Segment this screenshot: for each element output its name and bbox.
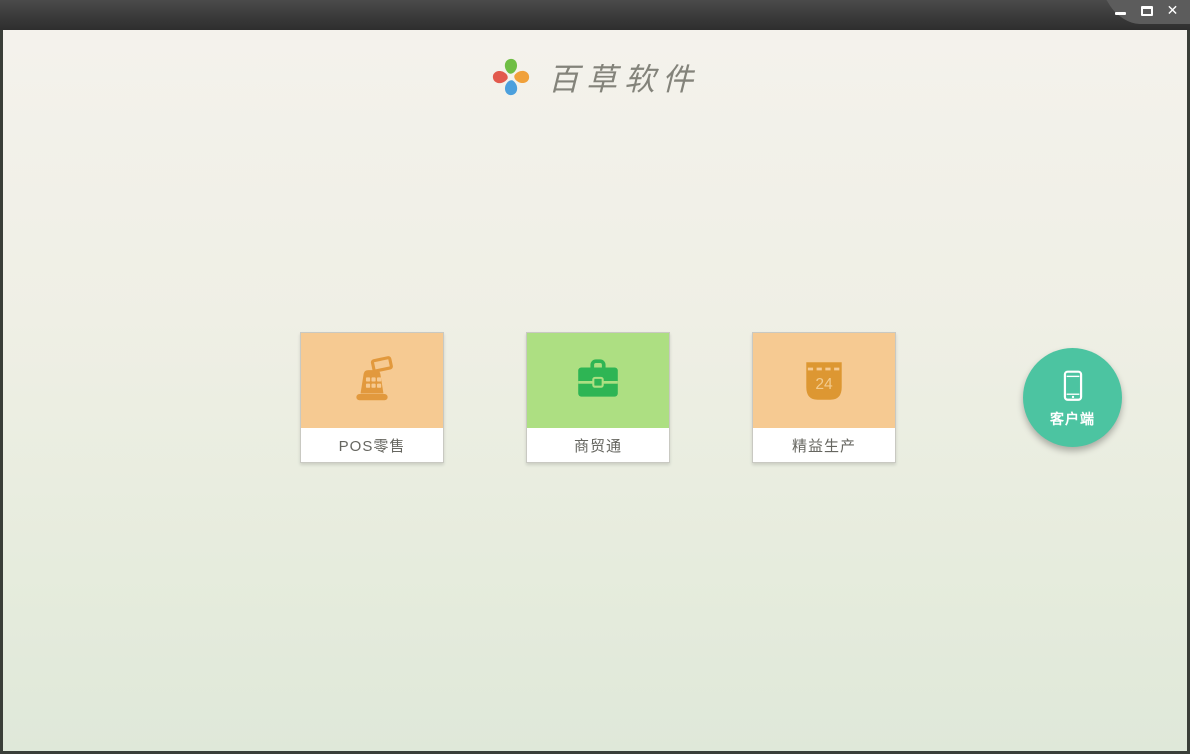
calendar-day-number: 24 [815, 375, 833, 392]
close-button[interactable]: ✕ [1164, 2, 1181, 20]
product-card-lean-production[interactable]: 24 精益生产 [752, 332, 896, 463]
pinwheel-logo-icon [492, 58, 530, 95]
product-card-pos-retail[interactable]: POS零售 [300, 332, 444, 463]
cash-register-icon [356, 355, 393, 400]
app-window: ✕ 百草软件 POS零售 商贸通 24 精益生产 客户端 [0, 0, 1190, 754]
window-controls: ✕ [1112, 0, 1181, 22]
client-download-button[interactable]: 客户端 [1023, 348, 1122, 447]
calendar-icon: 24 [806, 361, 842, 400]
main-content: 百草软件 POS零售 商贸通 24 精益生产 客户端 [3, 30, 1187, 751]
smartphone-icon [1063, 370, 1082, 401]
client-button-label: 客户端 [1050, 411, 1095, 427]
trade-tile [527, 333, 669, 428]
brand-header: 百草软件 [3, 54, 1187, 99]
close-icon: ✕ [1166, 3, 1179, 19]
product-label: 商贸通 [527, 428, 669, 462]
pos-retail-tile [301, 333, 443, 428]
maximize-button[interactable] [1138, 2, 1155, 20]
title-bar [0, 0, 1190, 30]
lean-production-tile: 24 [753, 333, 895, 428]
maximize-icon [1140, 6, 1153, 16]
app-title: 百草软件 [548, 62, 700, 98]
minimize-button[interactable] [1112, 2, 1129, 20]
product-card-trade[interactable]: 商贸通 [526, 332, 670, 463]
minimize-icon [1115, 12, 1126, 15]
product-label: POS零售 [301, 428, 443, 462]
briefcase-icon [578, 358, 618, 397]
product-label: 精益生产 [753, 428, 895, 462]
